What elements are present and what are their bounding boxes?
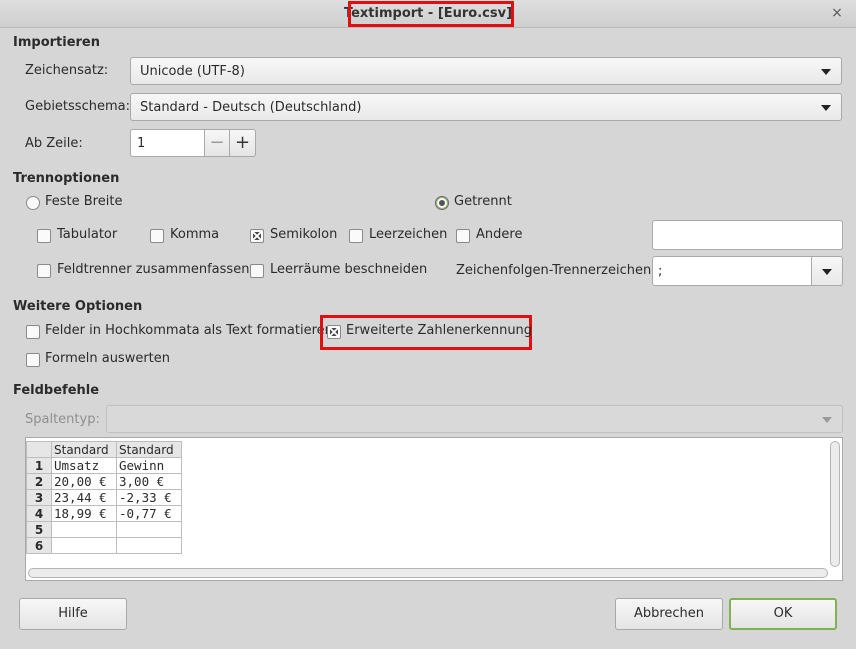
fixed-width-label: Feste Breite — [45, 194, 123, 209]
grid-cell — [116, 537, 182, 554]
other-label: Andere — [476, 227, 523, 242]
table-row: 4 18,99 € -0,77 € — [26, 505, 182, 522]
grid-corner — [26, 441, 52, 458]
from-row-value: 1 — [137, 136, 146, 151]
fixed-width-radio[interactable] — [26, 196, 40, 210]
merge-delimiters-checkbox[interactable] — [37, 264, 51, 278]
preview-table: Standard Standard 1 Umsatz Gewinn 2 20,0… — [26, 441, 182, 554]
table-row: 1 Umsatz Gewinn — [26, 457, 182, 474]
preview-grid[interactable]: Standard Standard 1 Umsatz Gewinn 2 20,0… — [25, 437, 843, 581]
section-title-import: Importieren — [13, 35, 101, 50]
trim-spaces-label: Leerräume beschneiden — [270, 262, 428, 277]
cancel-button[interactable]: Abbrechen — [615, 598, 723, 630]
ok-button[interactable]: OK — [729, 598, 837, 630]
column-header[interactable]: Standard — [116, 441, 182, 458]
comma-checkbox[interactable] — [150, 229, 164, 243]
evaluate-formulas-label: Formeln auswerten — [45, 351, 171, 366]
grid-cell — [51, 537, 117, 554]
string-delimiter-dropdown-button[interactable] — [811, 256, 843, 286]
grid-cell: 20,00 € — [51, 473, 117, 490]
detect-special-numbers-checkbox[interactable] — [327, 325, 341, 339]
row-number: 5 — [26, 521, 52, 538]
section-title-separator: Trennoptionen — [13, 171, 120, 186]
from-row-label: Ab Zeile: — [25, 136, 83, 151]
vertical-scrollbar[interactable] — [830, 441, 840, 567]
tab-checkbox[interactable] — [37, 229, 51, 243]
grid-cell: 23,44 € — [51, 489, 117, 506]
grid-cell: Umsatz — [51, 457, 117, 474]
space-label: Leerzeichen — [369, 227, 448, 242]
string-delimiter-input[interactable]: ; — [652, 256, 812, 286]
separated-radio[interactable] — [435, 196, 449, 210]
string-delimiter-value: ; — [658, 264, 663, 279]
chevron-down-icon — [822, 269, 832, 275]
column-type-label: Spaltentyp: — [25, 412, 100, 427]
merge-delimiters-label: Feldtrenner zusammenfassen — [57, 262, 250, 277]
table-row: 2 20,00 € 3,00 € — [26, 473, 182, 490]
charset-dropdown[interactable]: Unicode (UTF-8) — [130, 57, 842, 85]
column-type-dropdown[interactable] — [106, 405, 843, 433]
separated-label: Getrennt — [454, 194, 512, 209]
help-button[interactable]: Hilfe — [19, 598, 127, 630]
quoted-as-text-checkbox[interactable] — [26, 325, 40, 339]
string-delimiter-label: Zeichenfolgen-Trennerzeichen: — [456, 263, 656, 278]
space-checkbox[interactable] — [349, 229, 363, 243]
grid-cell: -0,77 € — [116, 505, 182, 522]
chevron-down-icon — [822, 417, 832, 423]
charset-value: Unicode (UTF-8) — [140, 64, 245, 79]
locale-label: Gebietsschema: — [25, 99, 130, 114]
row-number: 1 — [26, 457, 52, 474]
semicolon-checkbox[interactable] — [250, 229, 264, 243]
row-number: 4 — [26, 505, 52, 522]
section-title-fields: Feldbefehle — [13, 383, 100, 398]
semicolon-label: Semikolon — [270, 227, 338, 242]
grid-cell — [51, 521, 117, 538]
section-title-other-options: Weitere Optionen — [13, 299, 143, 314]
other-checkbox[interactable] — [456, 229, 470, 243]
quoted-as-text-label: Felder in Hochkommata als Text formatier… — [45, 323, 333, 338]
table-row: 6 — [26, 537, 182, 554]
tab-label: Tabulator — [57, 227, 118, 242]
locale-value: Standard - Deutsch (Deutschland) — [140, 100, 362, 115]
horizontal-scrollbar[interactable] — [28, 568, 828, 578]
table-row: 3 23,44 € -2,33 € — [26, 489, 182, 506]
row-number: 2 — [26, 473, 52, 490]
close-icon[interactable]: × — [829, 4, 845, 22]
locale-dropdown[interactable]: Standard - Deutsch (Deutschland) — [130, 93, 842, 121]
comma-label: Komma — [170, 227, 220, 242]
grid-cell: 3,00 € — [116, 473, 182, 490]
grid-cell: 18,99 € — [51, 505, 117, 522]
title-highlight-box — [348, 1, 514, 27]
charset-label: Zeichensatz: — [25, 63, 109, 78]
detect-special-numbers-label: Erweiterte Zahlenerkennung — [346, 323, 533, 338]
grid-cell — [116, 521, 182, 538]
from-row-decrement-button[interactable]: − — [204, 129, 230, 157]
chevron-down-icon — [821, 69, 831, 75]
row-number: 3 — [26, 489, 52, 506]
trim-spaces-checkbox[interactable] — [250, 264, 264, 278]
grid-cell: Gewinn — [116, 457, 182, 474]
row-number: 6 — [26, 537, 52, 554]
chevron-down-icon — [821, 105, 831, 111]
column-header[interactable]: Standard — [51, 441, 117, 458]
evaluate-formulas-checkbox[interactable] — [26, 353, 40, 367]
other-separator-input[interactable] — [652, 220, 843, 250]
from-row-input[interactable]: 1 — [130, 129, 205, 157]
grid-cell: -2,33 € — [116, 489, 182, 506]
table-row: 5 — [26, 521, 182, 538]
from-row-increment-button[interactable]: + — [230, 129, 256, 157]
